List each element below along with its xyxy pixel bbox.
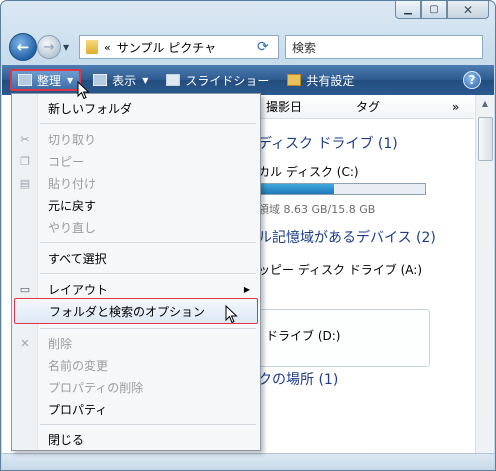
column-headers: 撮影日 タグ » [258, 95, 474, 119]
menu-label: 閉じる [48, 432, 85, 447]
slideshow-button[interactable]: スライドショー [160, 69, 275, 91]
chevron-down-icon: ▼ [142, 75, 149, 85]
menu-label: レイアウト [48, 282, 109, 297]
search-input[interactable]: 検索 [285, 35, 483, 59]
slideshow-icon [166, 74, 181, 86]
forward-button[interactable]: → [37, 35, 61, 59]
menu-separator [40, 242, 256, 243]
capacity-bar [258, 183, 426, 195]
menu-label: 貼り付け [48, 176, 97, 191]
submenu-arrow-icon: ▶ [243, 284, 250, 294]
group-hard-disk[interactable]: ディスク ドライブ (1) [258, 133, 398, 153]
recent-pages-dropdown[interactable]: ▼ [63, 43, 73, 52]
mouse-cursor-icon [225, 305, 238, 324]
chevron-down-icon: ▼ [63, 43, 70, 52]
menu-label: 切り取り [48, 132, 97, 147]
scroll-up-icon[interactable]: ▲ [476, 95, 494, 112]
caption-buttons: ▁ ▢ ✕ [395, 1, 489, 19]
menu-label: プロパティ [48, 402, 108, 417]
details-pane [2, 453, 494, 470]
column-date[interactable]: 撮影日 [266, 98, 356, 115]
refresh-icon[interactable]: ⟳ [257, 39, 269, 55]
view-icon [93, 74, 108, 86]
menu-label: 新しいフォルダ [48, 101, 133, 116]
menu-label: すべて選択 [48, 251, 107, 266]
organize-button[interactable]: 整理 ▼ [10, 69, 82, 91]
menu-close[interactable]: 閉じる [14, 428, 258, 450]
menu-copy[interactable]: コピー [14, 150, 258, 172]
menu-select-all[interactable]: すべて選択 [14, 247, 258, 269]
back-button[interactable]: ← [9, 33, 37, 61]
menu-remove-properties[interactable]: プロパティの削除 [14, 376, 258, 398]
menu-label: 削除 [48, 336, 73, 351]
command-bar: 整理 ▼ 表示 ▼ スライドショー 共有設定 [2, 65, 494, 95]
share-label: 共有設定 [306, 73, 355, 88]
back-arrow-icon: ← [16, 38, 30, 56]
address-overflow[interactable]: « [104, 41, 111, 54]
menu-delete[interactable]: 削除 [14, 332, 258, 354]
menu-label: コピー [48, 154, 85, 169]
group-network[interactable]: クの場所 (1) [258, 369, 338, 389]
menu-label: 元に戻す [48, 198, 97, 213]
scroll-thumb[interactable] [478, 117, 493, 161]
menu-rename[interactable]: 名前の変更 [14, 354, 258, 376]
floppy-drive-label[interactable]: ッピー ディスク ドライブ (A:) [258, 261, 422, 278]
menu-separator [40, 273, 256, 274]
menu-redo[interactable]: やり直し [14, 216, 258, 238]
maximize-icon: ▢ [429, 4, 439, 15]
menu-label: やり直し [48, 220, 97, 235]
menu-label: フォルダと検索のオプション [49, 304, 206, 319]
menu-folder-options[interactable]: フォルダと検索のオプション [14, 298, 258, 324]
close-icon: ✕ [462, 2, 474, 17]
address-path[interactable]: サンプル ピクチャ [117, 39, 216, 56]
share-icon [287, 74, 302, 86]
address-bar[interactable]: « サンプル ピクチャ [79, 35, 279, 59]
capacity-fill [259, 184, 334, 194]
forward-arrow-icon: → [43, 39, 55, 55]
dvd-drive-label[interactable]: ドライブ (D:) [266, 327, 340, 344]
explorer-window: ▁ ▢ ✕ ← → ▼ « サンプル ピクチャ ⟳ 検索 整理 ▼ 表示 ▼ ス… [0, 0, 496, 471]
organize-menu: 新しいフォルダ ✂ 切り取り ❐ コピー ▤ 貼り付け 元に戻す やり直し すべ… [11, 93, 261, 451]
organize-icon [18, 74, 32, 86]
view-button[interactable]: 表示 ▼ [87, 69, 154, 91]
slideshow-label: スライドショー [185, 73, 270, 88]
local-disk-label[interactable]: カル ディスク (C:) [258, 163, 359, 180]
close-button[interactable]: ✕ [447, 1, 489, 19]
chevron-down-icon: ▼ [67, 75, 74, 85]
maximize-button[interactable]: ▢ [421, 1, 447, 19]
minimize-icon: ▁ [404, 4, 412, 15]
free-space-text: 領域 8.63 GB/15.8 GB [258, 203, 376, 216]
folder-icon [86, 40, 98, 54]
menu-undo[interactable]: 元に戻す [14, 194, 258, 216]
menu-separator [40, 424, 256, 425]
menu-separator [40, 328, 256, 329]
vertical-scrollbar[interactable]: ▲ [475, 95, 494, 453]
menu-separator [40, 123, 256, 124]
organize-label: 整理 [37, 73, 62, 88]
menu-label: プロパティの削除 [48, 380, 144, 395]
menu-paste[interactable]: 貼り付け [14, 172, 258, 194]
menu-cut[interactable]: 切り取り [14, 128, 258, 150]
menu-properties[interactable]: プロパティ [14, 398, 258, 420]
menu-layout[interactable]: レイアウト ▶ [14, 278, 258, 300]
menu-label: 名前の変更 [48, 358, 109, 373]
group-removable[interactable]: ル記憶域があるデバイス (2) [258, 227, 436, 247]
help-button[interactable]: ? [463, 71, 481, 89]
view-label: 表示 [112, 73, 137, 88]
column-tag[interactable]: タグ [356, 98, 452, 115]
share-button[interactable]: 共有設定 [281, 69, 360, 91]
menu-new-folder[interactable]: 新しいフォルダ [14, 97, 258, 119]
column-more[interactable]: » [452, 100, 459, 114]
mouse-cursor-icon [77, 81, 90, 100]
minimize-button[interactable]: ▁ [395, 1, 421, 19]
